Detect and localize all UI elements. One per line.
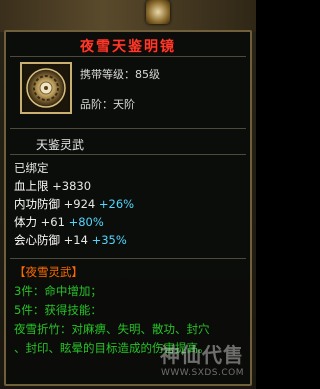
item-tooltip: 夜雪天鉴明镜 携带等级：85级 品阶：天阶 天鉴灵武 已绑定 血上限 +3830… [4, 30, 252, 386]
item-title: 夜雪天鉴明镜 [80, 39, 176, 55]
divider [10, 258, 246, 259]
item-icon-frame [20, 62, 72, 114]
set-name: 【夜雪灵武】 [14, 265, 83, 279]
stat-bonus: +80% [64, 215, 104, 229]
stat-bonus: +26% [95, 197, 135, 211]
stat-bonus: +35% [87, 233, 127, 247]
stat-row: 会心防御 +14 +35% [14, 232, 127, 248]
stat-label: 血上限 [14, 179, 49, 193]
watermark-url: WWW.SXDS.COM [160, 368, 244, 378]
bound-status: 已绑定 [14, 161, 49, 175]
item-category: 天鉴灵武 [36, 138, 85, 152]
item-grade: 品阶：天阶 [80, 98, 135, 111]
equipment-slot-icon[interactable] [146, 0, 170, 24]
game-scene: 夜雪天鉴明镜 携带等级：85级 品阶：天阶 天鉴灵武 已绑定 血上限 +3830… [0, 0, 256, 389]
stat-value: +61 [37, 215, 65, 229]
watermark: 神仙代售 WWW.SXDS.COM [160, 339, 244, 378]
mirror-icon [24, 66, 68, 110]
set-effect: 3件：命中增加； [14, 284, 102, 298]
stat-row: 内功防御 +924 +26% [14, 196, 134, 212]
stat-row: 体力 +61 +80% [14, 214, 104, 230]
set-effect: 5件：获得技能： [14, 303, 102, 317]
stat-value: +14 [60, 233, 88, 247]
stat-row: 血上限 +3830 [14, 178, 91, 194]
divider [10, 56, 246, 57]
watermark-logo: 神仙代售 [160, 343, 244, 367]
divider [10, 128, 246, 129]
stat-label: 体力 [14, 215, 37, 229]
divider [10, 154, 246, 155]
level-requirement: 携带等级：85级 [80, 68, 160, 81]
set-effect: 夜雪折竹：对麻痹、失明、散功、封穴 [14, 322, 210, 336]
stat-label: 会心防御 [14, 233, 60, 247]
game-background [0, 0, 256, 32]
stat-label: 内功防御 [14, 197, 60, 211]
stat-value: +3830 [48, 179, 92, 193]
stat-value: +924 [60, 197, 96, 211]
